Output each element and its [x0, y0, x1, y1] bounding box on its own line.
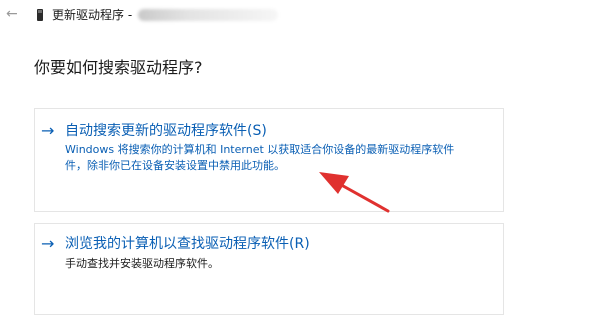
page-heading: 你要如何搜索驱动程序?: [34, 58, 203, 77]
auto-search-option-description: Windows 将搜索你的计算机和 Internet 以获取适合你设备的最新驱动…: [65, 142, 505, 174]
back-arrow-icon[interactable]: ←: [6, 7, 18, 21]
title-bar: ← 更新驱动程序 -: [0, 0, 601, 32]
arrow-right-icon: →: [41, 234, 55, 253]
device-icon: [37, 9, 43, 21]
browse-computer-option-description: 手动查找并安装驱动程序软件。: [65, 256, 505, 272]
auto-search-option-title[interactable]: 自动搜索更新的驱动程序软件(S): [65, 121, 267, 141]
description-line: 手动查找并安装驱动程序软件。: [65, 257, 219, 270]
window-title: 更新驱动程序 -: [52, 8, 133, 22]
redacted-device-name: [138, 9, 278, 21]
description-line: Windows 将搜索你的计算机和 Internet 以获取适合你设备的最新驱动…: [65, 143, 455, 156]
browse-computer-option-title[interactable]: 浏览我的计算机以查找驱动程序软件(R): [65, 234, 310, 254]
browse-computer-option[interactable]: → 浏览我的计算机以查找驱动程序软件(R) 手动查找并安装驱动程序软件。: [34, 223, 504, 315]
arrow-right-icon: →: [41, 121, 55, 140]
auto-search-option[interactable]: → 自动搜索更新的驱动程序软件(S) Windows 将搜索你的计算机和 Int…: [34, 108, 504, 212]
description-line: 件，除非你已在设备安装设置中禁用此功能。: [65, 159, 285, 172]
